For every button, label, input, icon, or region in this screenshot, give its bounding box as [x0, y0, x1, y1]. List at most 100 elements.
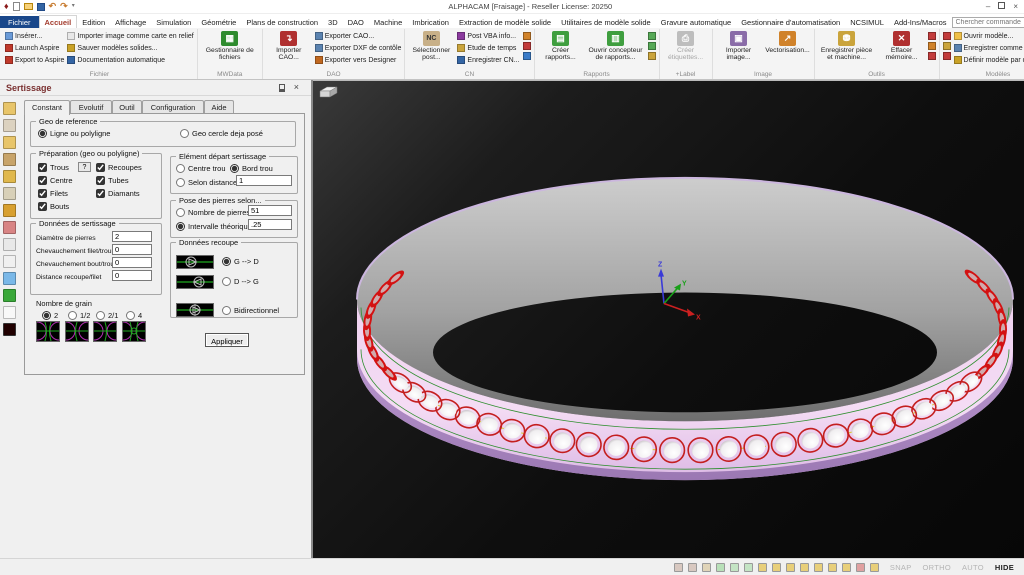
redo-icon[interactable]: ↷	[60, 2, 68, 11]
iso-view-icon[interactable]	[674, 563, 683, 572]
radio-bord-trou[interactable]: Bord trou	[230, 164, 273, 173]
rapports-extra-3-icon[interactable]	[648, 52, 656, 60]
grain-preview-4[interactable]	[122, 321, 146, 342]
panel-close-icon[interactable]: ×	[294, 82, 299, 92]
cube-left-icon[interactable]	[786, 563, 795, 572]
panel-tab-constant[interactable]: Constant	[24, 100, 70, 115]
outils-extra-1-icon[interactable]	[928, 32, 936, 40]
panel-tab-aide[interactable]: Aide	[204, 100, 234, 114]
plumb-icon[interactable]	[856, 563, 865, 572]
tab-addins[interactable]: Add-Ins/Macros	[889, 16, 952, 28]
copy-layers-icon[interactable]	[3, 187, 16, 200]
tab-gravure[interactable]: Gravure automatique	[656, 16, 736, 28]
open-folder-icon[interactable]	[3, 136, 16, 149]
grain-preview-1[interactable]	[36, 321, 60, 342]
panel-tab-configuration[interactable]: Configuration	[142, 100, 204, 114]
vectorisation-button[interactable]: ↗ Vectorisation...	[765, 30, 811, 54]
pin-icon[interactable]	[279, 84, 285, 92]
open-folder-icon[interactable]	[24, 3, 33, 10]
grain-preview-2[interactable]	[65, 321, 89, 342]
radio-grain-2[interactable]: 2	[42, 311, 58, 320]
axis-horizontal-icon[interactable]	[730, 563, 739, 572]
exporter-designer-button[interactable]: Exporter vers Designer	[315, 54, 402, 66]
cube-top-icon[interactable]	[758, 563, 767, 572]
importer-cao-button[interactable]: ↴ Importer CAO...	[266, 30, 312, 62]
favorites-heart-icon[interactable]	[3, 323, 16, 336]
cn-extra-3-icon[interactable]	[523, 52, 531, 60]
importer-image-button[interactable]: ▣ Importer image...	[716, 30, 762, 62]
cube-back-icon[interactable]	[814, 563, 823, 572]
tab-utilitaires[interactable]: Utilitaires de modèle solide	[556, 16, 656, 28]
plumb-line-icon[interactable]	[3, 238, 16, 251]
axis-vertical-icon[interactable]	[744, 563, 753, 572]
front-view-icon[interactable]	[688, 563, 697, 572]
cn-extra-1-icon[interactable]	[523, 32, 531, 40]
ortho-toggle[interactable]: ORTHO	[923, 563, 951, 572]
hide-toggle[interactable]: HIDE	[995, 563, 1014, 572]
modeles-extra-3-icon[interactable]	[943, 52, 951, 60]
modeles-extra-1-icon[interactable]	[943, 32, 951, 40]
hourglass-icon[interactable]	[3, 272, 16, 285]
tab-automatisation[interactable]: Gestionnaire d'automatisation	[736, 16, 845, 28]
exporter-cao-button[interactable]: Exporter CAO...	[315, 30, 402, 42]
educ-nc-icon[interactable]	[3, 255, 16, 268]
radio-selon-distance[interactable]: Selon distance	[176, 178, 237, 187]
post-vba-button[interactable]: Post VBA info...	[457, 30, 519, 42]
exporter-dxf-button[interactable]: Exporter DXF de contôle	[315, 42, 402, 54]
import-relief-button[interactable]: Importer image comme carte en relief	[67, 30, 193, 42]
tab-imbrication[interactable]: Imbrication	[407, 16, 454, 28]
creer-rapports-button[interactable]: ▤ Créer rapports...	[538, 30, 584, 62]
enregistrer-cn-button[interactable]: Enregistrer CN...	[457, 54, 519, 66]
distance-input[interactable]	[236, 175, 292, 186]
checkbox-bouts[interactable]: Bouts	[38, 202, 69, 211]
snap-toggle[interactable]: SNAP	[890, 563, 912, 572]
nombre-pierres-input[interactable]	[248, 205, 292, 216]
tab-machine[interactable]: Machine	[369, 16, 407, 28]
auto-doc-button[interactable]: Documentation automatique	[67, 54, 193, 66]
radio-grain-4[interactable]: 4	[126, 311, 142, 320]
checkbox-recoupes[interactable]: Recoupes	[96, 163, 142, 172]
enregistrer-modele-button[interactable]: Enregistrer comme modèle...	[954, 42, 1024, 54]
outils-extra-3-icon[interactable]	[928, 52, 936, 60]
export-aspire-button[interactable]: Export to Aspire	[5, 54, 64, 66]
panel-tab-outil[interactable]: Outil	[112, 100, 142, 114]
effacer-memoire-button[interactable]: ✕ Effacer mémoire...	[879, 30, 925, 62]
tab-3d[interactable]: 3D	[323, 16, 343, 28]
appliquer-button[interactable]: Appliquer	[205, 333, 249, 347]
red-grid-icon[interactable]	[3, 221, 16, 234]
radio-grain-2-1[interactable]: 2/1	[96, 311, 118, 320]
workplane-toggle-icon[interactable]	[870, 563, 879, 572]
cube-bottom-icon[interactable]	[828, 563, 837, 572]
cube-right-icon[interactable]	[800, 563, 809, 572]
new-document-icon[interactable]	[13, 2, 20, 11]
radio-recoupe-dg[interactable]: D --> G	[222, 277, 259, 286]
modele-defaut-button[interactable]: Définir modèle par défaut...	[954, 54, 1024, 66]
reports-icon[interactable]	[3, 119, 16, 132]
cube-front-icon[interactable]	[772, 563, 781, 572]
zoom-window-icon[interactable]	[702, 563, 711, 572]
restore-button[interactable]	[998, 2, 1005, 9]
checkbox-diamants[interactable]: Diamants	[96, 189, 140, 198]
screw-icon[interactable]	[3, 204, 16, 217]
checkbox-tubes[interactable]: Tubes	[96, 176, 129, 185]
tab-ncsimul[interactable]: NCSIMUL	[845, 16, 889, 28]
ucs-axes-icon[interactable]	[716, 563, 725, 572]
panel-tab-evolutif[interactable]: Evolutif	[70, 100, 112, 114]
enregistrer-piece-button[interactable]: ⛃ Enregistrer pièce et machine...	[818, 30, 876, 62]
close-button[interactable]: ×	[1013, 2, 1018, 11]
tab-extraction[interactable]: Extraction de modèle solide	[454, 16, 556, 28]
radio-ligne-polyligne[interactable]: Ligne ou polyligne	[38, 129, 110, 138]
undo-icon[interactable]: ↶	[49, 2, 57, 11]
globe-icon[interactable]	[3, 289, 16, 302]
chev-filet-input[interactable]	[112, 244, 152, 255]
save-as-icon[interactable]	[3, 170, 16, 183]
intervalle-input[interactable]	[248, 219, 292, 230]
checkbox-filets[interactable]: Filets	[38, 189, 68, 198]
auto-toggle[interactable]: AUTO	[962, 563, 984, 572]
tab-edition[interactable]: Edition	[77, 16, 110, 28]
gestionnaire-fichiers-button[interactable]: ▦ Gestionnaire de fichiers	[201, 30, 259, 62]
checkbox-centre[interactable]: Centre	[38, 176, 73, 185]
dist-recoupe-input[interactable]	[112, 270, 152, 281]
chev-bout-input[interactable]	[112, 257, 152, 268]
radio-intervalle[interactable]: Intervalle théorique	[176, 222, 252, 231]
